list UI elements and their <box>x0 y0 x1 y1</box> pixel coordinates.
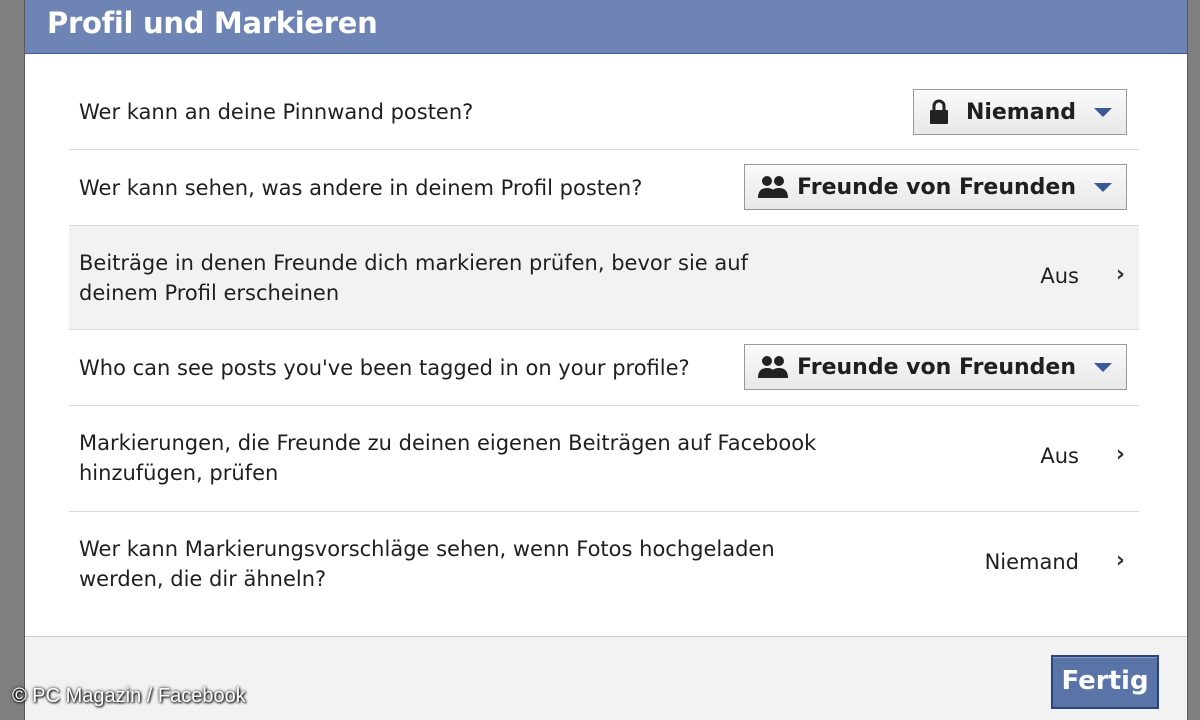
audience-dropdown-see-posts[interactable]: Freunde von Freunden <box>744 164 1127 210</box>
setting-status: Aus <box>1040 264 1079 288</box>
setting-label: Markierungen, die Freunde zu deinen eige… <box>79 428 839 488</box>
setting-row-tagged-visibility: Who can see posts you've been tagged in … <box>69 330 1139 406</box>
setting-label: Wer kann sehen, was andere in deinem Pro… <box>79 173 839 203</box>
setting-label: Wer kann an deine Pinnwand posten? <box>79 97 839 127</box>
label-line: Who can see posts you've been tagged in … <box>79 356 690 380</box>
label-line: Markierungen, die Freunde zu deinen eige… <box>79 431 817 455</box>
label-line: hinzufügen, prüfen <box>79 461 279 485</box>
done-button[interactable]: Fertig <box>1051 655 1159 709</box>
chevron-down-icon <box>1094 362 1112 372</box>
privacy-dialog: Profil und Markieren Wer kann an deine P… <box>24 0 1188 720</box>
lock-icon <box>926 99 956 125</box>
settings-list: Wer kann an deine Pinnwand posten? Niema… <box>69 74 1139 622</box>
chevron-down-icon <box>1094 107 1112 117</box>
setting-row-review-tags[interactable]: Markierungen, die Freunde zu deinen eige… <box>69 406 1139 512</box>
copyright-watermark: © PC Magazin / Facebook <box>12 685 246 707</box>
chevron-right-icon[interactable]: › <box>1116 262 1125 287</box>
chevron-right-icon[interactable]: › <box>1116 442 1125 467</box>
dropdown-value: Niemand <box>965 99 1076 125</box>
label-line: Wer kann sehen, was andere in deinem Pro… <box>79 176 643 200</box>
setting-label: Wer kann Markierungsvorschläge sehen, we… <box>79 534 839 594</box>
chevron-right-icon[interactable]: › <box>1116 548 1125 573</box>
label-line: Wer kann Markierungsvorschläge sehen, we… <box>79 537 775 561</box>
dropdown-value: Freunde von Freunden <box>797 354 1076 380</box>
setting-label: Beiträge in denen Freunde dich markieren… <box>79 248 839 308</box>
setting-label: Who can see posts you've been tagged in … <box>79 353 839 383</box>
friends-icon <box>757 174 789 200</box>
chevron-down-icon <box>1094 182 1112 192</box>
audience-dropdown-wall[interactable]: Niemand <box>912 89 1127 135</box>
dropdown-value: Freunde von Freunden <box>797 174 1076 200</box>
label-line: Beiträge in denen Freunde dich markieren… <box>79 251 748 275</box>
setting-row-wall-posting: Wer kann an deine Pinnwand posten? Niema… <box>69 74 1139 150</box>
dialog-title: Profil und Markieren <box>47 6 378 40</box>
label-line: werden, die dir ähneln? <box>79 567 327 591</box>
setting-row-tag-suggestions[interactable]: Wer kann Markierungsvorschläge sehen, we… <box>69 512 1139 622</box>
setting-status: Niemand <box>984 550 1079 574</box>
label-line: deinem Profil erscheinen <box>79 281 340 305</box>
setting-row-review-tagged-posts[interactable]: Beiträge in denen Freunde dich markieren… <box>69 226 1139 330</box>
setting-row-see-posts: Wer kann sehen, was andere in deinem Pro… <box>69 150 1139 226</box>
audience-dropdown-tagged[interactable]: Freunde von Freunden <box>744 344 1127 390</box>
friends-icon <box>757 354 789 380</box>
setting-status: Aus <box>1040 444 1079 468</box>
dialog-title-bar: Profil und Markieren <box>25 0 1187 54</box>
label-line: Wer kann an deine Pinnwand posten? <box>79 100 474 124</box>
